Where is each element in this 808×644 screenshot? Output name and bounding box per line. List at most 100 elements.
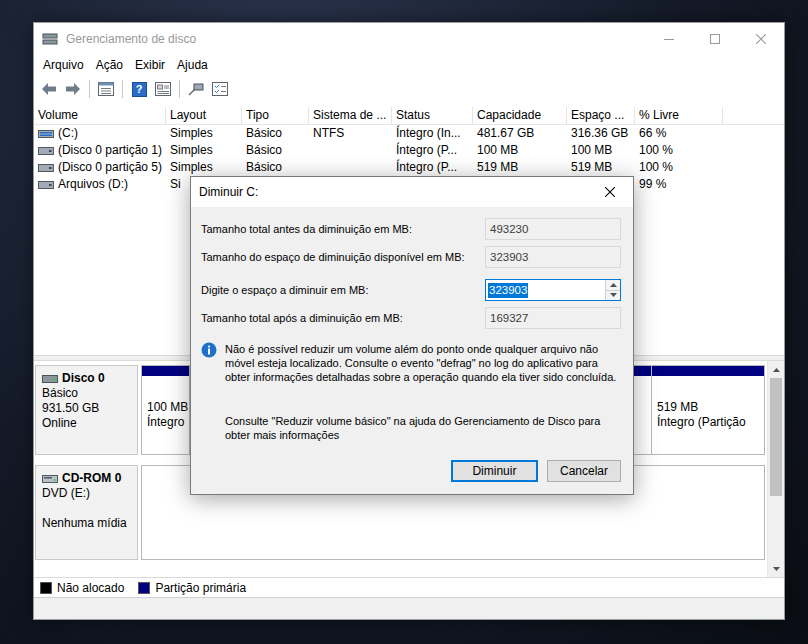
status-bar	[34, 597, 784, 619]
column-header[interactable]: Capacidade	[473, 107, 567, 124]
volume-icon	[38, 180, 54, 190]
shrink-amount-input[interactable]: 323903	[485, 279, 621, 301]
toolbar-separator	[122, 80, 123, 98]
table-cell: NTFS	[309, 125, 392, 142]
column-header[interactable]: Layout	[166, 107, 242, 124]
partition[interactable]: 100 MBÍntegro	[142, 366, 190, 454]
close-button[interactable]	[738, 23, 784, 55]
scroll-thumb[interactable]	[770, 378, 782, 496]
table-cell: (Disco 0 partição 1)	[34, 142, 166, 159]
table-cell: 99 %	[635, 176, 723, 193]
scroll-track[interactable]	[768, 496, 784, 560]
table-row[interactable]: (Disco 0 partição 1)SimplesBásicoÍntegro…	[34, 142, 784, 159]
volume-icon	[38, 146, 54, 156]
field-label: Tamanho do espaço de diminuição disponív…	[201, 251, 479, 263]
note-text: Não é possível reduzir um volume além do…	[225, 342, 621, 384]
minimize-button[interactable]	[646, 23, 692, 55]
help-button[interactable]: ?	[128, 78, 150, 100]
partition-strip	[142, 366, 189, 376]
table-header: VolumeLayoutTipoSistema de ...StatusCapa…	[34, 107, 784, 125]
console-tree-button[interactable]	[95, 78, 117, 100]
back-arrow-icon	[41, 82, 57, 96]
table-cell: 66 %	[635, 125, 723, 142]
field-row: Digite o espaço a diminuir em MB:323903	[201, 279, 621, 301]
forward-button[interactable]	[62, 78, 84, 100]
table-row[interactable]: (Disco 0 partição 5)SimplesBásicoÍntegro…	[34, 159, 784, 176]
table-cell: (Disco 0 partição 5)	[34, 159, 166, 176]
readonly-field: 493230	[485, 218, 621, 240]
checklist-button[interactable]	[209, 78, 231, 100]
back-button[interactable]	[38, 78, 60, 100]
minimize-icon	[664, 34, 674, 44]
spin-up-button[interactable]	[606, 280, 620, 291]
row-filler	[723, 176, 784, 193]
partition-status: Íntegro	[147, 415, 184, 430]
desktop: Gerenciamento de discoArquivoAçãoExibirA…	[0, 0, 808, 644]
table-cell	[309, 142, 392, 159]
menu-item[interactable]: Ajuda	[171, 56, 214, 74]
menu-item[interactable]: Exibir	[129, 56, 171, 74]
table-cell: 481.67 GB	[473, 125, 567, 142]
title-bar[interactable]: Gerenciamento de disco	[34, 23, 784, 55]
disk-label[interactable]: CD-ROM 0DVD (E:)Nenhuma mídia	[35, 465, 138, 560]
cell-text: Simples	[170, 125, 213, 142]
cell-text: Básico	[246, 159, 282, 176]
properties-icon	[155, 82, 171, 96]
cell-text: 519 MB	[571, 159, 612, 176]
cell-text: 316.36 GB	[571, 125, 628, 142]
table-cell: 100 %	[635, 142, 723, 159]
scroll-down-button[interactable]	[768, 560, 784, 577]
partition-body: 100 MBÍntegro	[142, 376, 189, 454]
disk-type: DVD (E:)	[42, 486, 131, 501]
column-header[interactable]: Volume	[34, 107, 166, 124]
field-label: Tamanho total antes da diminuição em MB:	[201, 223, 479, 235]
table-cell: Arquivos (D:)	[34, 176, 166, 193]
disk-label[interactable]: Disco 0Básico931.50 GBOnline	[35, 365, 138, 455]
menu-item[interactable]: Ação	[90, 56, 129, 74]
toolbar-separator	[89, 80, 90, 98]
spin-text[interactable]: 323903	[486, 280, 605, 300]
partition-status: Íntegro (Partição	[657, 415, 759, 430]
scroll-up-button[interactable]	[768, 361, 784, 378]
dialog-title: Diminuir C:	[199, 185, 587, 199]
spin-down-button[interactable]	[606, 291, 620, 301]
connect-button[interactable]	[185, 78, 207, 100]
table-cell: Simples	[166, 159, 242, 176]
cell-text: 100 MB	[477, 142, 518, 159]
dialog-title-bar[interactable]: Diminuir C:	[191, 177, 633, 207]
legend: Não alocadoPartição primária	[34, 577, 784, 597]
properties-button[interactable]	[152, 78, 174, 100]
cell-text: Si	[170, 176, 181, 193]
partition-size: 519 MB	[657, 400, 759, 415]
dialog-body: Tamanho total antes da diminuição em MB:…	[191, 207, 633, 494]
partition-size: 100 MB	[147, 400, 184, 415]
list-window-icon	[98, 82, 114, 96]
readonly-field: 169327	[485, 307, 621, 329]
cell-text: Básico	[246, 125, 282, 142]
table-cell: (C:)	[34, 125, 166, 142]
legend-swatch	[40, 582, 52, 594]
partition-strip	[652, 366, 764, 376]
dialog-button[interactable]: Diminuir	[451, 460, 538, 482]
cell-text: (Disco 0 partição 5)	[58, 159, 162, 176]
menu-item[interactable]: Arquivo	[37, 56, 90, 74]
column-header[interactable]: Tipo	[242, 107, 309, 124]
column-header[interactable]: Sistema de ...	[309, 107, 392, 124]
scrollbar[interactable]	[767, 361, 784, 577]
column-header[interactable]: Status	[392, 107, 473, 124]
toolbar-separator	[179, 80, 180, 98]
cell-text: 99 %	[639, 176, 666, 193]
disk-size: 931.50 GB	[42, 401, 131, 416]
dialog-button[interactable]: Cancelar	[547, 460, 621, 482]
readonly-field: 323903	[485, 246, 621, 268]
table-cell	[309, 159, 392, 176]
table-row[interactable]: (C:)SimplesBásicoNTFSÍntegro (In...481.6…	[34, 125, 784, 142]
dialog-close-button[interactable]	[587, 177, 633, 207]
cell-text: 519 MB	[477, 159, 518, 176]
cell-text: Íntegro (P...	[396, 142, 457, 159]
maximize-button[interactable]	[692, 23, 738, 55]
partition[interactable]: 519 MBÍntegro (Partição	[652, 366, 764, 454]
table-cell: 100 MB	[567, 142, 635, 159]
column-header[interactable]: % Livre	[635, 107, 723, 124]
column-header[interactable]: Espaço ...	[567, 107, 635, 124]
